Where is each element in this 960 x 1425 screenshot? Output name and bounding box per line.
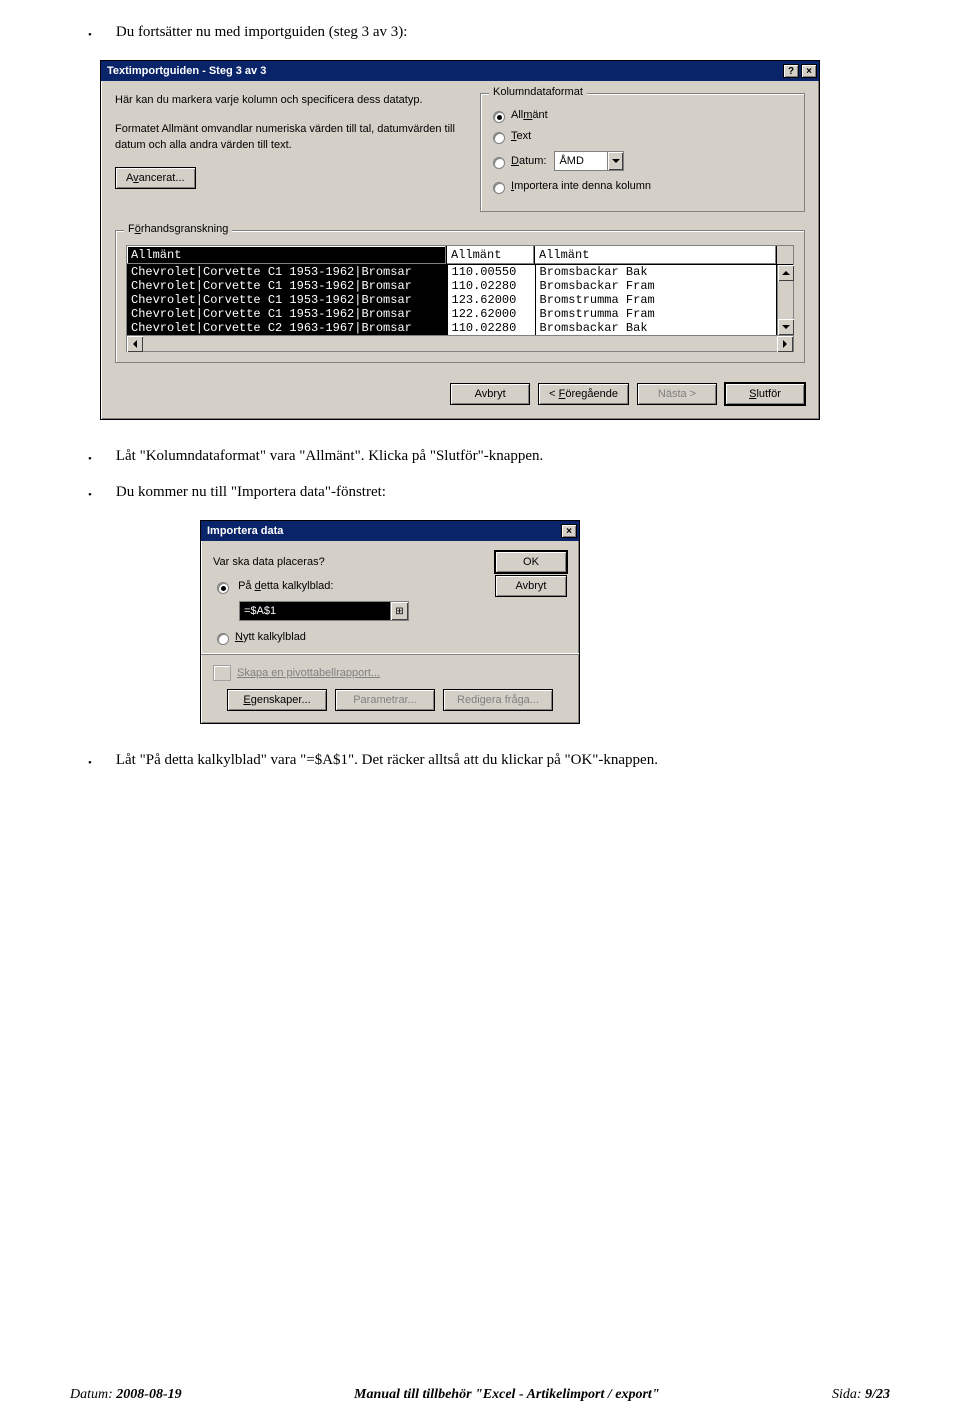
groupbox-legend: Kolumndataformat [489,86,587,98]
radio-new-sheet[interactable]: Nytt kalkylblad [217,631,567,643]
back-button[interactable]: < Föregående [538,383,629,405]
bullet-dot: • [88,24,92,46]
bullet-dot: • [88,448,92,470]
scroll-down-icon[interactable] [778,319,794,335]
cancel-button[interactable]: Avbryt [450,383,530,405]
import-title: Importera data [207,525,283,537]
footer-date: Datum: 2008-08-19 [70,1387,182,1403]
import-data-dialog: Importera data × Var ska data placeras? … [200,520,580,724]
pivot-link: Skapa en pivottabellrapport... [237,667,380,679]
table-row: Chevrolet|Corvette C1 1953-1962|Bromsar1… [127,307,777,321]
horizontal-scrollbar[interactable] [127,335,793,351]
scroll-right-icon[interactable] [777,336,793,352]
help-button[interactable]: ? [783,64,799,78]
close-button[interactable]: × [801,64,817,78]
bullet-item: • Låt "På detta kalkylblad" vara "=$A$1"… [88,752,890,774]
wizard-titlebar[interactable]: Textimportguiden - Steg 3 av 3 ? × [101,61,819,81]
cell-reference-field[interactable]: ⊞ [239,601,409,621]
radio-date[interactable]: Datum: ÅMD [493,151,794,171]
vertical-scrollbar[interactable] [777,265,793,335]
ok-button[interactable]: OK [495,551,567,573]
preview-grid[interactable]: Allmänt Allmänt Allmänt Chevrolet|Corvet… [126,245,794,352]
bullet-item: • Låt "Kolumndataformat" vara "Allmänt".… [88,448,890,470]
radio-icon [493,157,505,169]
bullet-text: Låt "Kolumndataformat" vara "Allmänt". K… [116,448,543,465]
text-import-wizard-dialog: Textimportguiden - Steg 3 av 3 ? × Här k… [100,60,820,420]
properties-button[interactable]: Egenskaper... [227,689,327,711]
pivot-icon [213,665,231,681]
table-row: Chevrolet|Corvette C1 1953-1962|Bromsar1… [127,265,777,279]
bullet-dot: • [88,484,92,506]
bullet-item: • Du fortsätter nu med importguiden (ste… [88,24,890,46]
advanced-button[interactable]: Avancerat... [115,167,196,189]
cancel-button[interactable]: Avbryt [495,575,567,597]
cell-reference-input[interactable] [239,601,391,621]
bullet-text: Du kommer nu till "Importera data"-fönst… [116,484,386,501]
radio-icon [217,582,229,594]
radio-icon [493,111,505,123]
import-titlebar[interactable]: Importera data × [201,521,579,541]
table-row: Chevrolet|Corvette C1 1953-1962|Bromsar1… [127,279,777,293]
preview-groupbox: Förhandsgranskning Allmänt Allmänt Allmä… [115,230,805,363]
parameters-button: Parametrar... [335,689,435,711]
bullet-text: Du fortsätter nu med importguiden (steg … [116,24,408,41]
column-format-groupbox: Kolumndataformat Allmänt Text Datum: [480,93,805,212]
radio-text[interactable]: Text [493,130,794,142]
close-button[interactable]: × [561,524,577,538]
column-header[interactable]: Allmänt [127,246,447,265]
bullet-dot: • [88,752,92,774]
range-picker-icon[interactable]: ⊞ [391,601,409,621]
scroll-left-icon[interactable] [127,336,143,352]
page-footer: Datum: 2008-08-19 Manual till tillbehör … [0,1387,960,1403]
next-button: Nästa > [637,383,717,405]
wizard-intro-1: Här kan du markera varje kolumn och spec… [115,93,470,108]
finish-button[interactable]: Slutför [725,383,805,405]
radio-general[interactable]: Allmänt [493,109,794,121]
edit-query-button: Redigera fråga... [443,689,553,711]
import-question: Var ska data placeras? [213,556,325,568]
table-row: Chevrolet|Corvette C2 1963-1967|Bromsar1… [127,321,777,335]
column-header[interactable]: Allmänt [447,246,535,265]
table-row: Chevrolet|Corvette C1 1953-1962|Bromsar1… [127,293,777,307]
wizard-title: Textimportguiden - Steg 3 av 3 [107,65,266,77]
radio-skip[interactable]: Importera inte denna kolumn [493,180,794,192]
footer-title: Manual till tillbehör "Excel - Artikelim… [354,1387,660,1403]
wizard-intro-2: Formatet Allmänt omvandlar numeriska vär… [115,122,470,153]
bullet-item: • Du kommer nu till "Importera data"-fön… [88,484,890,506]
radio-this-sheet[interactable]: På detta kalkylblad: [217,580,333,593]
date-format-combo[interactable]: ÅMD [554,151,624,171]
bullet-text: Låt "På detta kalkylblad" vara "=$A$1". … [116,752,658,769]
footer-page: Sida: 9/23 [832,1387,890,1403]
radio-icon [493,182,505,194]
radio-icon [217,633,229,645]
radio-icon [493,132,505,144]
scroll-up-icon[interactable] [778,265,794,281]
column-header[interactable]: Allmänt [535,246,777,265]
chevron-down-icon[interactable] [607,152,623,170]
preview-data: Chevrolet|Corvette C1 1953-1962|Bromsar1… [127,265,777,335]
